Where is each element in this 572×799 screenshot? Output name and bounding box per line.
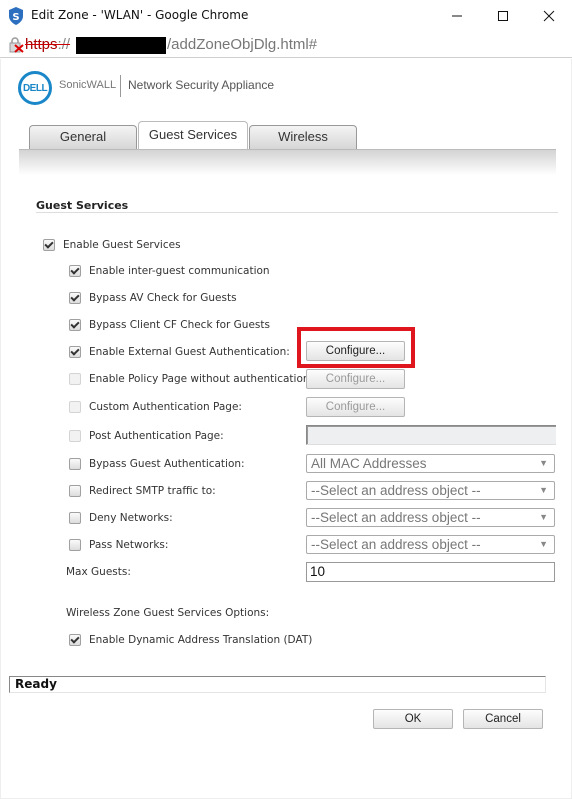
max-guests-label: Max Guests: (66, 566, 131, 578)
external-auth-configure-button[interactable]: Configure... (306, 341, 405, 361)
redirect-smtp-value: --Select an address object -- (311, 483, 481, 498)
product-name: Network Security Appliance (128, 78, 275, 92)
ok-button[interactable]: OK (373, 709, 453, 729)
redacted-host (76, 37, 166, 54)
pass-networks-label: Pass Networks: (89, 539, 169, 551)
enable-guest-services-label: Enable Guest Services (63, 239, 181, 251)
max-guests-input[interactable]: 10 (306, 562, 555, 582)
sonicwall-shield-icon: S (9, 7, 23, 25)
close-icon (543, 10, 555, 22)
tab-wireless[interactable]: Wireless (249, 125, 357, 149)
address-bar[interactable]: https:// /addZoneObjDlg.html# (0, 32, 572, 58)
external-auth-row: Enable External Guest Authentication: (69, 343, 290, 361)
dat-checkbox[interactable] (69, 634, 81, 646)
redirect-smtp-label: Redirect SMTP traffic to: (89, 485, 216, 497)
bypass-av-label: Bypass AV Check for Guests (89, 292, 237, 304)
external-auth-label: Enable External Guest Authentication: (89, 346, 290, 358)
maximize-icon (498, 11, 508, 21)
policy-page-label: Enable Policy Page without authenticatio… (89, 373, 314, 385)
minimize-button[interactable] (434, 0, 480, 32)
custom-auth-row: Custom Authentication Page: (69, 398, 242, 416)
tab-guest-services[interactable]: Guest Services (138, 121, 248, 149)
inter-guest-label: Enable inter-guest communication (89, 265, 270, 277)
policy-page-configure-button[interactable]: Configure... (306, 369, 405, 389)
cancel-button[interactable]: Cancel (463, 709, 543, 729)
dropdown-arrow-icon: ▼ (539, 485, 548, 495)
status-bar: Ready (9, 676, 546, 693)
custom-auth-checkbox[interactable] (69, 401, 81, 413)
pass-networks-checkbox[interactable] (69, 539, 81, 551)
bypass-guest-auth-select[interactable]: All MAC Addresses ▼ (306, 454, 555, 473)
inter-guest-row: Enable inter-guest communication (69, 262, 270, 280)
tab-general[interactable]: General (29, 125, 137, 149)
dropdown-arrow-icon: ▼ (539, 458, 548, 468)
post-auth-label: Post Authentication Page: (89, 430, 224, 442)
url-scheme: https:// (25, 36, 71, 53)
deny-networks-row: Deny Networks: (69, 509, 173, 527)
enable-guest-services-row: Enable Guest Services (43, 236, 181, 254)
dat-row: Enable Dynamic Address Translation (DAT) (69, 631, 312, 649)
redirect-smtp-row: Redirect SMTP traffic to: (69, 482, 216, 500)
external-auth-checkbox[interactable] (69, 346, 81, 358)
dell-logo: DELL (18, 71, 52, 105)
post-auth-checkbox[interactable] (69, 430, 81, 442)
wireless-options-heading: Wireless Zone Guest Services Options: (66, 607, 270, 619)
brand-divider (120, 75, 121, 97)
bypass-guest-auth-value: All MAC Addresses (311, 456, 427, 471)
dropdown-arrow-icon: ▼ (539, 512, 548, 522)
deny-networks-value: --Select an address object -- (311, 510, 481, 525)
deny-networks-checkbox[interactable] (69, 512, 81, 524)
inter-guest-checkbox[interactable] (69, 265, 81, 277)
bypass-cf-row: Bypass Client CF Check for Guests (69, 316, 270, 334)
bypass-guest-auth-label: Bypass Guest Authentication: (89, 458, 245, 470)
custom-auth-configure-button[interactable]: Configure... (306, 397, 405, 417)
window-titlebar: S Edit Zone - 'WLAN' - Google Chrome (0, 0, 572, 32)
deny-networks-select[interactable]: --Select an address object -- ▼ (306, 508, 555, 527)
section-title: Guest Services (36, 199, 129, 212)
redirect-smtp-select[interactable]: --Select an address object -- ▼ (306, 481, 555, 500)
custom-auth-label: Custom Authentication Page: (89, 401, 242, 413)
url-path: /addZoneObjDlg.html# (167, 36, 318, 53)
tab-content-band (19, 149, 556, 175)
pass-networks-value: --Select an address object -- (311, 537, 481, 552)
dat-label: Enable Dynamic Address Translation (DAT) (89, 634, 313, 646)
dialog-page: DELL SonicWALL Network Security Applianc… (0, 59, 572, 799)
bypass-av-checkbox[interactable] (69, 292, 81, 304)
window-title: Edit Zone - 'WLAN' - Google Chrome (31, 8, 249, 22)
pass-networks-row: Pass Networks: (69, 536, 168, 554)
bypass-av-row: Bypass AV Check for Guests (69, 289, 237, 307)
svg-text:S: S (12, 12, 19, 23)
brand-name: SonicWALL (59, 79, 117, 91)
bypass-guest-auth-row: Bypass Guest Authentication: (69, 455, 245, 473)
enable-guest-services-checkbox[interactable] (43, 239, 55, 251)
minimize-icon (452, 15, 462, 17)
deny-networks-label: Deny Networks: (89, 512, 173, 524)
redirect-smtp-checkbox[interactable] (69, 485, 81, 497)
not-secure-lock-icon (9, 37, 24, 53)
bypass-cf-checkbox[interactable] (69, 319, 81, 331)
post-auth-row: Post Authentication Page: (69, 427, 224, 445)
pass-networks-select[interactable]: --Select an address object -- ▼ (306, 535, 555, 554)
max-guests-row: Max Guests: (66, 563, 131, 581)
maximize-button[interactable] (480, 0, 526, 32)
close-button[interactable] (526, 0, 572, 32)
policy-page-checkbox[interactable] (69, 373, 81, 385)
policy-page-row: Enable Policy Page without authenticatio… (69, 370, 313, 388)
bypass-guest-auth-checkbox[interactable] (69, 458, 81, 470)
dropdown-arrow-icon: ▼ (539, 539, 548, 549)
bypass-cf-label: Bypass Client CF Check for Guests (89, 319, 270, 331)
dell-logo-text: DELL (22, 82, 48, 94)
section-divider (36, 212, 558, 213)
post-auth-page-input[interactable] (306, 425, 556, 445)
